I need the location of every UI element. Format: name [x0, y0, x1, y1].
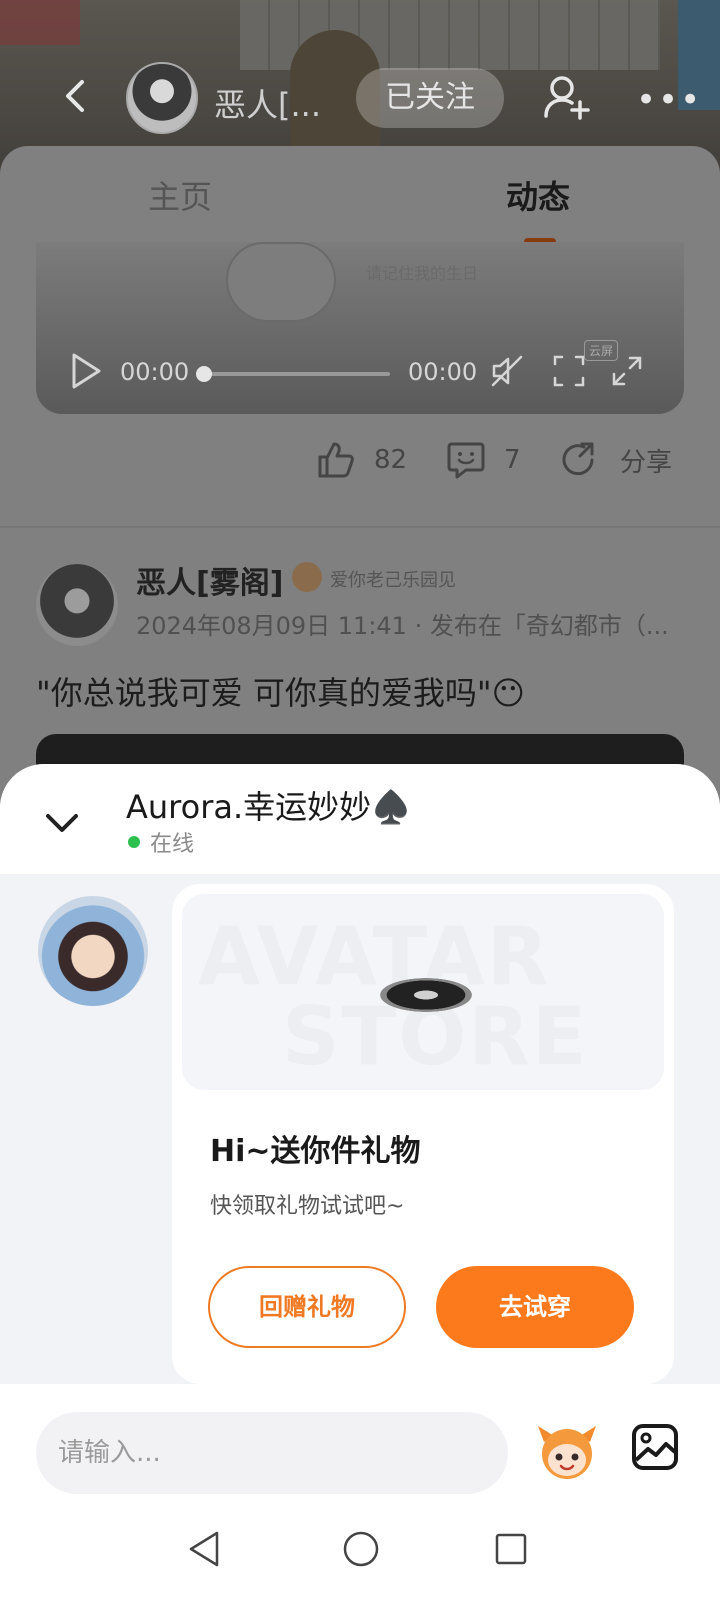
share-button[interactable]: 分享 [562, 440, 672, 480]
like-button[interactable]: 82 [316, 440, 407, 480]
like-icon [318, 442, 354, 478]
like-count: 82 [374, 445, 408, 475]
post-author-avatar[interactable] [36, 564, 118, 646]
profile-name: 恶人[... [214, 86, 322, 124]
video-progress-handle[interactable] [196, 366, 212, 382]
chat-header: Aurora.幸运妙妙♠️ 在线 [0, 764, 720, 874]
post-author-name[interactable]: 恶人[雾阁] [136, 558, 283, 602]
video-player[interactable]: 请记住我的生日 云屏 00:00 00:00 [36, 242, 684, 414]
comment-icon [447, 442, 485, 479]
online-status-text: 在线 [150, 832, 195, 857]
online-status-dot [128, 836, 140, 848]
gift-subtitle: 快领取礼物试试吧~ [210, 1194, 405, 1219]
pip-icon[interactable] [552, 354, 586, 388]
try-on-button[interactable]: 去试穿 [436, 1266, 634, 1348]
system-nav-bar [0, 1500, 720, 1600]
nav-recent-icon[interactable] [494, 1532, 528, 1566]
return-gift-button[interactable]: 回赠礼物 [208, 1266, 406, 1348]
gift-message-card: AVATAR STORE Hi~送你件礼物 快领取礼物试试吧~ 回赠礼物 去试穿 [172, 884, 674, 1384]
post-author-badge: 爱你老己乐园见 [330, 570, 456, 591]
play-icon[interactable] [70, 352, 102, 390]
chat-input-bar [0, 1384, 720, 1500]
profile-avatar[interactable] [126, 62, 198, 134]
comment-count: 7 [504, 445, 521, 475]
profile-top-bar: 恶人[... 已关注 ••• [0, 60, 720, 140]
tab-home[interactable]: 主页 [148, 172, 212, 218]
mute-icon[interactable] [490, 354, 524, 388]
video-cat-sticker [226, 242, 336, 322]
chat-title: Aurora.幸运妙妙♠️ [126, 788, 411, 826]
badge-icon [292, 562, 322, 592]
gift-title: Hi~送你件礼物 [210, 1134, 421, 1169]
more-icon[interactable]: ••• [636, 80, 702, 120]
nav-home-icon[interactable] [342, 1530, 380, 1568]
post-actions-bar: 82 7 分享 [0, 432, 720, 492]
video-progress-bar[interactable] [196, 366, 390, 382]
back-icon[interactable] [56, 76, 96, 116]
profile-tabs: 主页 动态 [0, 146, 720, 245]
follow-button[interactable]: 已关注 [356, 68, 504, 128]
chat-sheet: Aurora.幸运妙妙♠️ 在线 AVATAR STORE Hi~送你件礼物 快… [0, 764, 720, 1600]
nav-back-icon[interactable] [186, 1530, 222, 1568]
video-total-time: 00:00 [408, 358, 478, 386]
add-friend-icon[interactable] [542, 72, 592, 122]
share-icon [562, 442, 594, 476]
gift-banner: AVATAR STORE [182, 894, 664, 1090]
chevron-down-icon[interactable] [42, 804, 82, 844]
chat-message-area: AVATAR STORE Hi~送你件礼物 快领取礼物试试吧~ 回赠礼物 去试穿 [0, 874, 720, 1384]
post-divider [0, 526, 720, 528]
video-caption: 请记住我的生日 [366, 264, 479, 283]
video-current-time: 00:00 [120, 358, 190, 386]
sender-avatar[interactable] [38, 896, 148, 1006]
post-meta: 2024年08月09日 11:41 · 发布在「奇幻都市（... [136, 612, 669, 640]
cover-photo-sign [0, 0, 80, 45]
post-text: "你总说我可爱 可你真的爱我吗"😶 [36, 674, 525, 712]
comment-button[interactable]: 7 [446, 440, 521, 480]
fullscreen-icon[interactable] [610, 354, 644, 388]
gift-item-icon [380, 978, 472, 1012]
share-label: 分享 [620, 447, 673, 478]
image-icon[interactable] [630, 1422, 680, 1472]
tab-dynamic[interactable]: 动态 [506, 172, 570, 218]
message-input[interactable] [36, 1412, 508, 1494]
emoji-mascot-icon[interactable] [534, 1418, 600, 1484]
